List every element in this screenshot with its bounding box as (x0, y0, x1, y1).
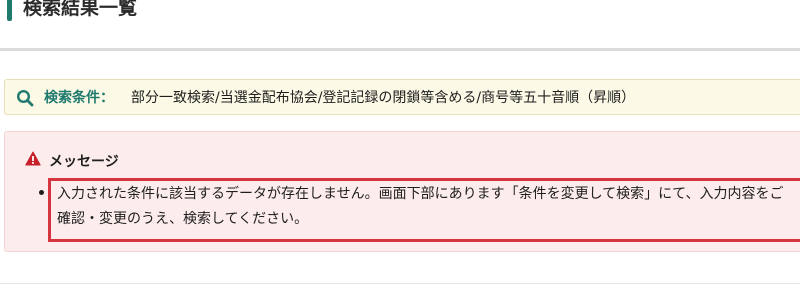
title-accent-bar (7, 0, 12, 21)
warning-icon (25, 151, 41, 166)
page-title: 検索結果一覧 (23, 0, 138, 19)
header-divider (0, 48, 800, 51)
list-bullet (39, 190, 44, 195)
bottom-divider (0, 283, 800, 284)
search-conditions-value: 部分一致検索/当選金配布協会/登記記録の閉鎖等含める/商号等五十音順（昇順） (131, 90, 636, 106)
page-header: 検索結果一覧 (0, 0, 800, 34)
search-icon (16, 89, 34, 107)
message-title: メッセージ (49, 154, 119, 170)
message-panel: メッセージ 入力された条件に該当するデータが存在しません。画面下部にあります「条… (4, 131, 800, 252)
message-text: 入力された条件に該当するデータが存在しません。画面下部にあります「条件を変更して… (57, 186, 784, 227)
search-conditions-panel: 検索条件： 部分一致検索/当選金配布協会/登記記録の閉鎖等含める/商号等五十音順… (4, 79, 800, 115)
search-conditions-label: 検索条件： (44, 90, 114, 106)
